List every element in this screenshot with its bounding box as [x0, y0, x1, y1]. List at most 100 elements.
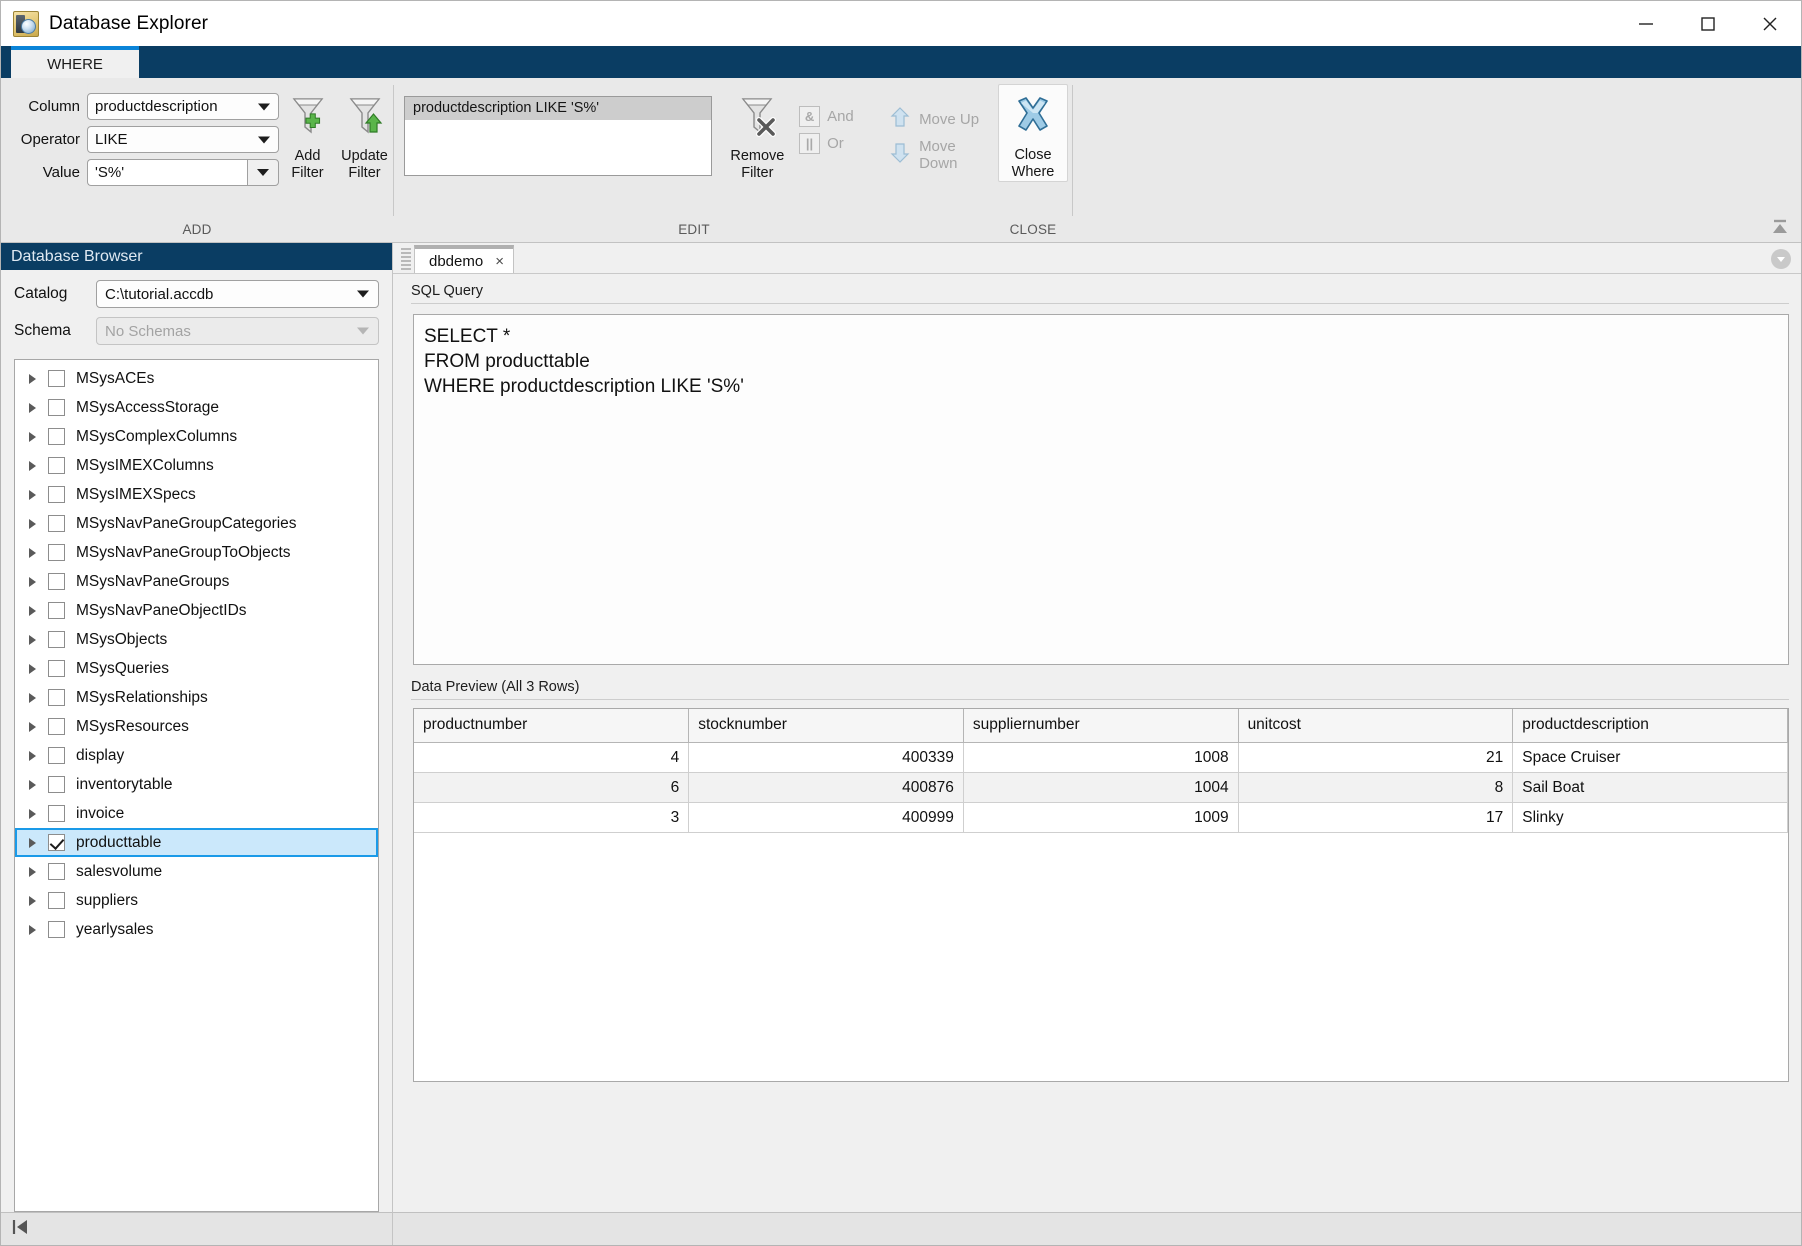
expand-arrow-icon[interactable]: [29, 751, 36, 761]
expand-arrow-icon[interactable]: [29, 577, 36, 587]
table-row[interactable]: 4400339100821Space Cruiser: [414, 743, 1788, 773]
tree-item-msysaccessstorage[interactable]: MSysAccessStorage: [15, 393, 378, 422]
table-cell[interactable]: 21: [1238, 743, 1513, 773]
table-checkbox[interactable]: [48, 660, 65, 677]
table-cell[interactable]: Sail Boat: [1513, 773, 1788, 803]
tree-item-producttable[interactable]: producttable: [15, 828, 378, 857]
expand-arrow-icon[interactable]: [29, 925, 36, 935]
filter-list-item[interactable]: productdescription LIKE 'S%': [405, 97, 711, 120]
tab-grip-handle[interactable]: [401, 248, 411, 270]
table-checkbox[interactable]: [48, 805, 65, 822]
table-tree[interactable]: MSysACEsMSysAccessStorageMSysComplexColu…: [14, 359, 379, 1212]
tree-item-display[interactable]: display: [15, 741, 378, 770]
table-row[interactable]: 640087610048Sail Boat: [414, 773, 1788, 803]
tree-item-inventorytable[interactable]: inventorytable: [15, 770, 378, 799]
tree-item-yearlysales[interactable]: yearlysales: [15, 915, 378, 944]
table-checkbox[interactable]: [48, 428, 65, 445]
expand-arrow-icon[interactable]: [29, 490, 36, 500]
table-cell[interactable]: 1009: [963, 803, 1238, 833]
expand-arrow-icon[interactable]: [29, 548, 36, 558]
update-filter-button[interactable]: Update Filter: [340, 84, 389, 186]
tree-item-msysqueries[interactable]: MSysQueries: [15, 654, 378, 683]
expand-arrow-icon[interactable]: [29, 403, 36, 413]
expand-arrow-icon[interactable]: [29, 664, 36, 674]
schema-select[interactable]: No Schemas: [96, 317, 379, 345]
expand-arrow-icon[interactable]: [29, 374, 36, 384]
tree-item-msysobjects[interactable]: MSysObjects: [15, 625, 378, 654]
or-button[interactable]: || Or: [799, 133, 877, 154]
table-checkbox[interactable]: [48, 544, 65, 561]
expand-arrow-icon[interactable]: [29, 635, 36, 645]
operator-select[interactable]: LIKE: [87, 126, 279, 153]
tab-overflow-button[interactable]: [1771, 249, 1791, 269]
minimize-button[interactable]: [1615, 1, 1677, 46]
tree-item-msysaces[interactable]: MSysACEs: [15, 364, 378, 393]
collapse-ribbon-button[interactable]: [1769, 216, 1791, 238]
tab-where[interactable]: WHERE: [11, 46, 139, 78]
column-select[interactable]: productdescription: [87, 93, 279, 120]
table-checkbox[interactable]: [48, 573, 65, 590]
table-checkbox[interactable]: [48, 631, 65, 648]
expand-arrow-icon[interactable]: [29, 722, 36, 732]
add-filter-button[interactable]: Add Filter: [283, 84, 332, 186]
table-cell[interactable]: 4: [414, 743, 689, 773]
tree-item-msysresources[interactable]: MSysResources: [15, 712, 378, 741]
table-cell[interactable]: Slinky: [1513, 803, 1788, 833]
tree-item-suppliers[interactable]: suppliers: [15, 886, 378, 915]
tree-item-msysrelationships[interactable]: MSysRelationships: [15, 683, 378, 712]
table-cell[interactable]: 400999: [689, 803, 964, 833]
table-cell[interactable]: 400339: [689, 743, 964, 773]
close-button[interactable]: [1739, 1, 1801, 46]
expand-arrow-icon[interactable]: [29, 896, 36, 906]
expand-arrow-icon[interactable]: [29, 519, 36, 529]
column-header-productdescription[interactable]: productdescription: [1513, 709, 1788, 743]
and-button[interactable]: & And: [799, 106, 877, 127]
filter-list[interactable]: productdescription LIKE 'S%': [404, 96, 712, 176]
table-checkbox[interactable]: [48, 892, 65, 909]
column-header-suppliernumber[interactable]: suppliernumber: [963, 709, 1238, 743]
table-cell[interactable]: 6: [414, 773, 689, 803]
table-checkbox[interactable]: [48, 718, 65, 735]
table-cell[interactable]: 1008: [963, 743, 1238, 773]
table-cell[interactable]: 400876: [689, 773, 964, 803]
catalog-select[interactable]: C:\tutorial.accdb: [96, 280, 379, 308]
tree-item-msysnavpanegroupcategories[interactable]: MSysNavPaneGroupCategories: [15, 509, 378, 538]
expand-arrow-icon[interactable]: [29, 838, 36, 848]
table-checkbox[interactable]: [48, 747, 65, 764]
expand-arrow-icon[interactable]: [29, 606, 36, 616]
column-header-unitcost[interactable]: unitcost: [1238, 709, 1513, 743]
table-checkbox[interactable]: [48, 370, 65, 387]
move-up-button[interactable]: Move Up: [889, 106, 994, 132]
table-checkbox[interactable]: [48, 602, 65, 619]
tree-item-salesvolume[interactable]: salesvolume: [15, 857, 378, 886]
expand-arrow-icon[interactable]: [29, 693, 36, 703]
expand-arrow-icon[interactable]: [29, 461, 36, 471]
table-cell[interactable]: 8: [1238, 773, 1513, 803]
move-down-button[interactable]: Move Down: [889, 138, 994, 172]
expand-arrow-icon[interactable]: [29, 780, 36, 790]
tree-item-msysnavpanegrouptoobjects[interactable]: MSysNavPaneGroupToObjects: [15, 538, 378, 567]
tree-item-invoice[interactable]: invoice: [15, 799, 378, 828]
close-where-button[interactable]: Close Where: [998, 84, 1068, 182]
table-checkbox[interactable]: [48, 921, 65, 938]
table-cell[interactable]: 1004: [963, 773, 1238, 803]
table-checkbox[interactable]: [48, 399, 65, 416]
close-icon[interactable]: ×: [495, 253, 504, 270]
table-cell[interactable]: 17: [1238, 803, 1513, 833]
table-checkbox[interactable]: [48, 457, 65, 474]
value-input[interactable]: 'S%': [87, 159, 247, 186]
expand-arrow-icon[interactable]: [29, 809, 36, 819]
remove-filter-button[interactable]: Remove Filter: [726, 84, 789, 182]
maximize-button[interactable]: [1677, 1, 1739, 46]
table-row[interactable]: 3400999100917Slinky: [414, 803, 1788, 833]
table-checkbox[interactable]: [48, 776, 65, 793]
tab-dbdemo[interactable]: dbdemo ×: [414, 245, 514, 273]
expand-arrow-icon[interactable]: [29, 432, 36, 442]
column-header-productnumber[interactable]: productnumber: [414, 709, 689, 743]
tree-item-msysimexcolumns[interactable]: MSysIMEXColumns: [15, 451, 378, 480]
tree-item-msysimexspecs[interactable]: MSysIMEXSpecs: [15, 480, 378, 509]
value-combobox[interactable]: 'S%': [87, 159, 279, 186]
tree-item-msysnavpaneobjectids[interactable]: MSysNavPaneObjectIDs: [15, 596, 378, 625]
sql-query-editor[interactable]: SELECT * FROM producttable WHERE product…: [413, 314, 1789, 665]
table-cell[interactable]: 3: [414, 803, 689, 833]
